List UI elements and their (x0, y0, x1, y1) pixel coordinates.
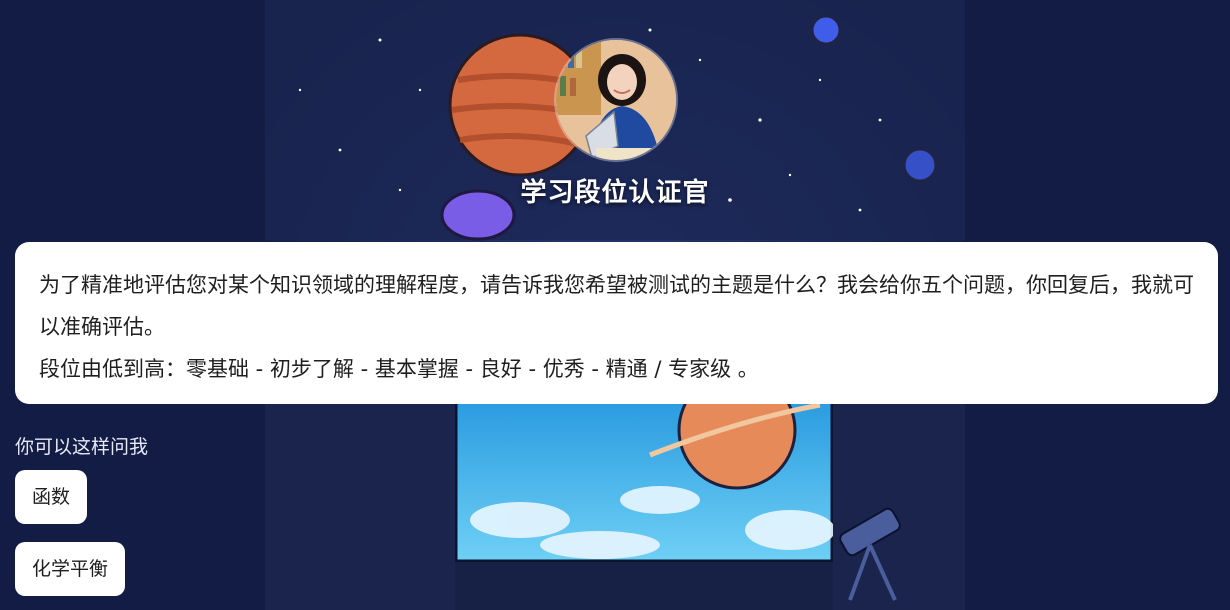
bot-avatar (556, 40, 676, 160)
intro-message-line-2: 段位由低到高：零基础 - 初步了解 - 基本掌握 - 良好 - 优秀 - 精通 … (39, 357, 759, 381)
suggestion-chip-chemical-equilibrium[interactable]: 化学平衡 (15, 542, 126, 596)
suggestion-chip-function[interactable]: 函数 (15, 470, 88, 524)
avatar-woman-studying-icon (556, 40, 676, 160)
bot-title: 学习段位认证官 (520, 178, 710, 208)
intro-message-bubble: 为了精准地评估您对某个知识领域的理解程度，请告诉我您希望被测试的主题是什么？我会… (15, 242, 1218, 404)
intro-message-line-1: 为了精准地评估您对某个知识领域的理解程度，请告诉我您希望被测试的主题是什么？我会… (39, 273, 1194, 339)
suggestions-label: 你可以这样问我 (15, 436, 149, 458)
